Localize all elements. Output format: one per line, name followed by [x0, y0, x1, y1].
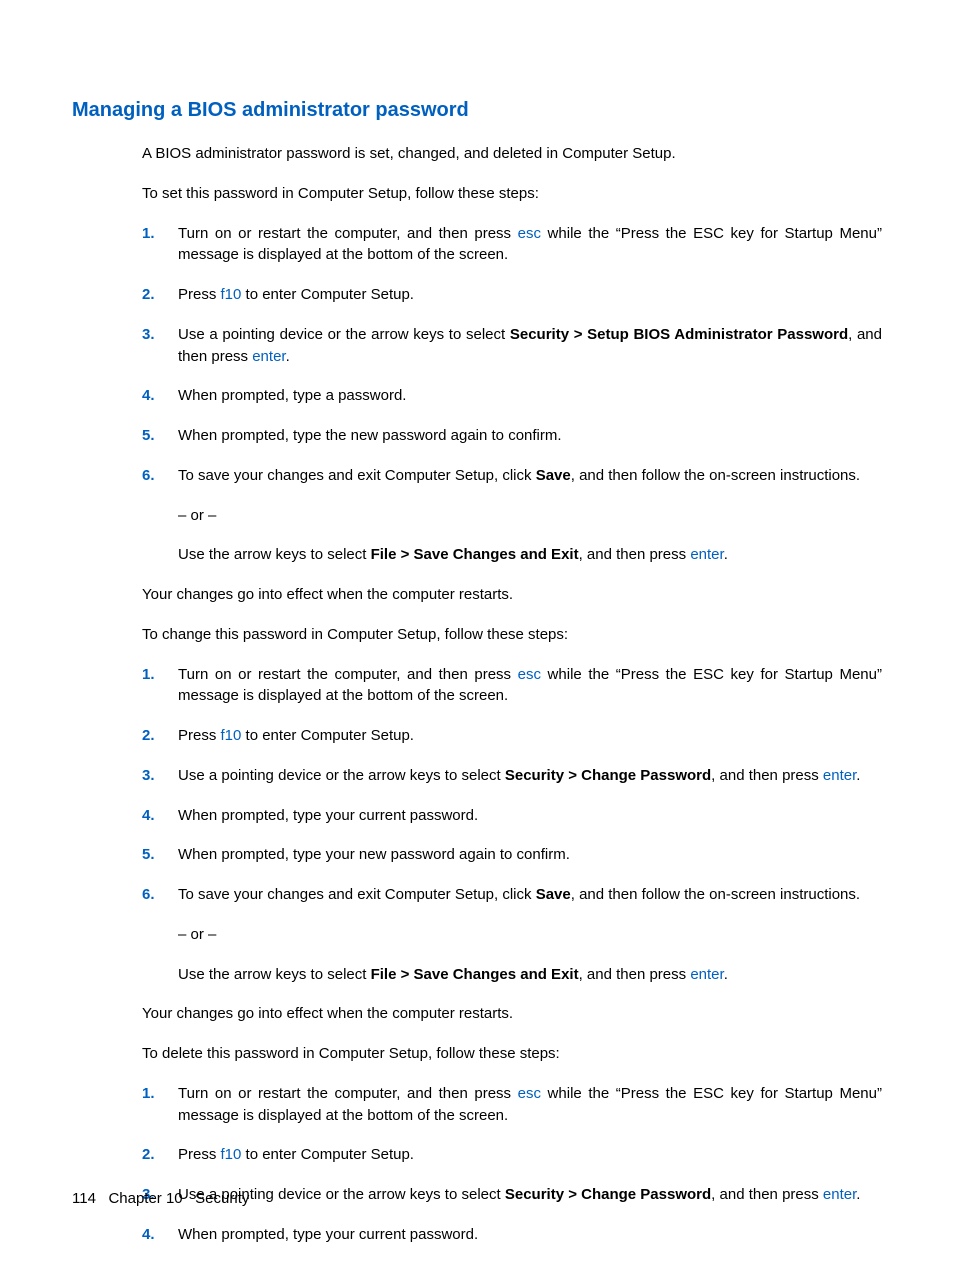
list-item: 6. To save your changes and exit Compute…	[142, 465, 882, 566]
list-item: 4. When prompted, type your current pass…	[142, 1224, 882, 1246]
list-item: 3. Use a pointing device or the arrow ke…	[142, 324, 882, 368]
f10-key: f10	[221, 727, 242, 744]
step-body: To save your changes and exit Computer S…	[178, 884, 882, 985]
step-number: 1.	[142, 223, 178, 267]
save-label: Save	[536, 886, 571, 903]
list-item: 3. Use a pointing device or the arrow ke…	[142, 1184, 882, 1206]
step-number: 5.	[142, 844, 178, 866]
step-number: 6.	[142, 884, 178, 985]
enter-key: enter	[823, 767, 856, 784]
delete-password-steps: 1. Turn on or restart the computer, and …	[142, 1083, 882, 1246]
step-number: 4.	[142, 805, 178, 827]
list-item: 5. When prompted, type the new password …	[142, 425, 882, 447]
or-separator: – or –	[178, 924, 882, 946]
menu-path: File > Save Changes and Exit	[371, 546, 579, 563]
step-body: When prompted, type your current passwor…	[178, 1224, 882, 1246]
or-separator: – or –	[178, 505, 882, 527]
step-number: 4.	[142, 1224, 178, 1246]
list-item: 2. Press f10 to enter Computer Setup.	[142, 284, 882, 306]
step-number: 3.	[142, 765, 178, 787]
chapter-label: Chapter 10	[108, 1190, 182, 1207]
change-password-lead: To change this password in Computer Setu…	[142, 624, 882, 646]
enter-key: enter	[252, 348, 285, 365]
step-number: 2.	[142, 284, 178, 306]
list-item: 3. Use a pointing device or the arrow ke…	[142, 765, 882, 787]
chapter-name: Security	[195, 1190, 249, 1207]
set-password-steps: 1. Turn on or restart the computer, and …	[142, 223, 882, 567]
list-item: 1. Turn on or restart the computer, and …	[142, 223, 882, 267]
step-number: 1.	[142, 1083, 178, 1127]
intro-paragraph: A BIOS administrator password is set, ch…	[142, 143, 882, 165]
save-label: Save	[536, 467, 571, 484]
list-item: 1. Turn on or restart the computer, and …	[142, 1083, 882, 1127]
esc-key: esc	[518, 666, 541, 683]
step-number: 6.	[142, 465, 178, 566]
enter-key: enter	[690, 546, 723, 563]
esc-key: esc	[518, 1085, 541, 1102]
step-body: Use a pointing device or the arrow keys …	[178, 1184, 882, 1206]
effect-paragraph: Your changes go into effect when the com…	[142, 584, 882, 606]
step-body: Use a pointing device or the arrow keys …	[178, 765, 882, 787]
step-number: 4.	[142, 385, 178, 407]
enter-key: enter	[690, 966, 723, 983]
list-item: 6. To save your changes and exit Compute…	[142, 884, 882, 985]
list-item: 4. When prompted, type your current pass…	[142, 805, 882, 827]
step-body: Use a pointing device or the arrow keys …	[178, 324, 882, 368]
change-password-steps: 1. Turn on or restart the computer, and …	[142, 664, 882, 986]
step-body: To save your changes and exit Computer S…	[178, 465, 882, 566]
menu-path: Security > Change Password	[505, 1186, 711, 1203]
section-title: Managing a BIOS administrator password	[72, 96, 882, 125]
step-body: When prompted, type your current passwor…	[178, 805, 882, 827]
menu-path: Security > Setup BIOS Administrator Pass…	[510, 326, 848, 343]
delete-password-lead: To delete this password in Computer Setu…	[142, 1043, 882, 1065]
list-item: 1. Turn on or restart the computer, and …	[142, 664, 882, 708]
enter-key: enter	[823, 1186, 856, 1203]
effect-paragraph: Your changes go into effect when the com…	[142, 1003, 882, 1025]
set-password-lead: To set this password in Computer Setup, …	[142, 183, 882, 205]
list-item: 2. Press f10 to enter Computer Setup.	[142, 725, 882, 747]
step-body: Press f10 to enter Computer Setup.	[178, 284, 882, 306]
step-body: Press f10 to enter Computer Setup.	[178, 725, 882, 747]
list-item: 2. Press f10 to enter Computer Setup.	[142, 1144, 882, 1166]
f10-key: f10	[221, 286, 242, 303]
esc-key: esc	[518, 225, 541, 242]
page-number: 114	[72, 1190, 96, 1207]
step-body: When prompted, type the new password aga…	[178, 425, 882, 447]
step-number: 2.	[142, 1144, 178, 1166]
list-item: 4. When prompted, type a password.	[142, 385, 882, 407]
menu-path: File > Save Changes and Exit	[371, 966, 579, 983]
step-body: When prompted, type your new password ag…	[178, 844, 882, 866]
step-number: 2.	[142, 725, 178, 747]
step-body: Press f10 to enter Computer Setup.	[178, 1144, 882, 1166]
menu-path: Security > Change Password	[505, 767, 711, 784]
step-body: When prompted, type a password.	[178, 385, 882, 407]
step-body: Turn on or restart the computer, and the…	[178, 1083, 882, 1127]
document-page: Managing a BIOS administrator password A…	[0, 0, 954, 1246]
step-body: Turn on or restart the computer, and the…	[178, 664, 882, 708]
step-number: 5.	[142, 425, 178, 447]
step-number: 3.	[142, 324, 178, 368]
step-number: 1.	[142, 664, 178, 708]
step-body: Turn on or restart the computer, and the…	[178, 223, 882, 267]
f10-key: f10	[221, 1146, 242, 1163]
list-item: 5. When prompted, type your new password…	[142, 844, 882, 866]
page-footer: 114 Chapter 10 Security	[72, 1188, 249, 1210]
